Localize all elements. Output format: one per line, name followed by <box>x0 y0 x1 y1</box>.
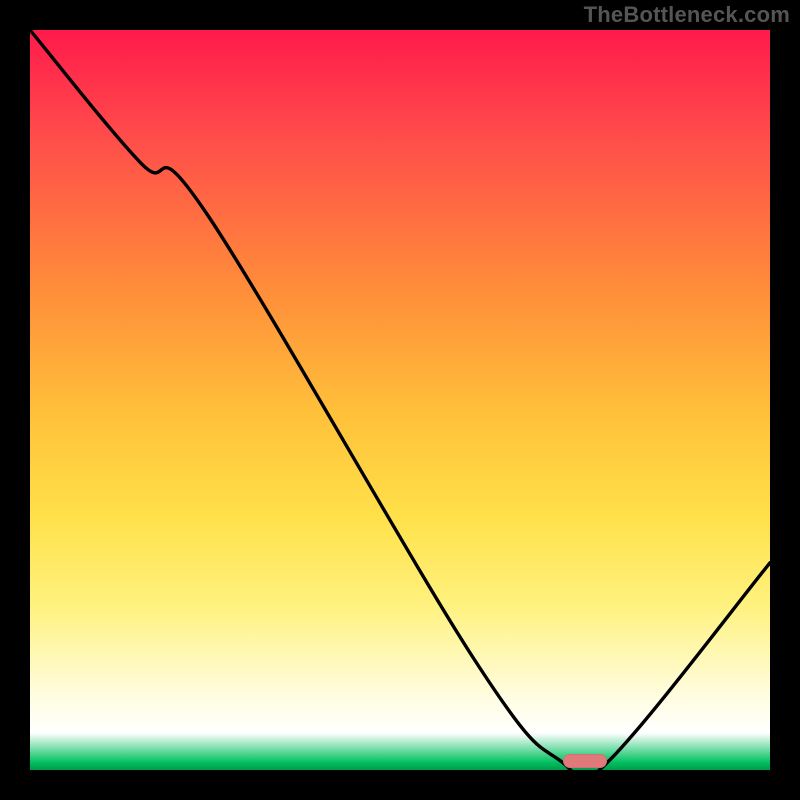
bottleneck-curve <box>30 30 770 770</box>
watermark-text: TheBottleneck.com <box>584 2 790 28</box>
plot-area <box>30 30 770 770</box>
chart-frame: TheBottleneck.com <box>0 0 800 800</box>
optimal-range-marker <box>563 754 607 768</box>
